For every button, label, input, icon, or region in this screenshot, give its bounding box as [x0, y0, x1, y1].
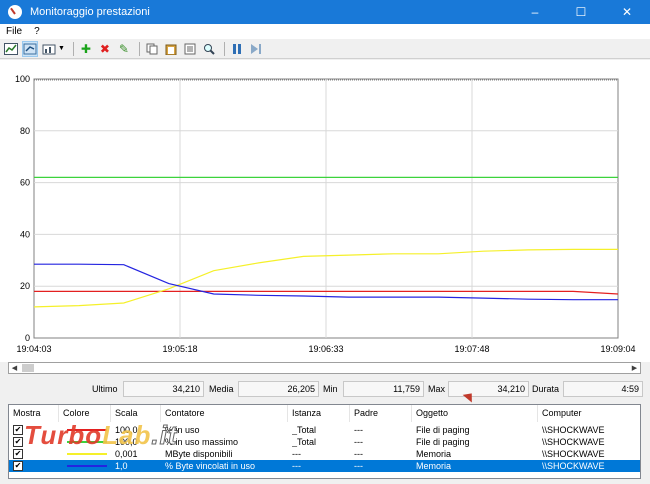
- cell-istanza: ---: [292, 449, 301, 459]
- update-data-icon[interactable]: [248, 41, 264, 57]
- y-tick-label: 0: [25, 333, 30, 343]
- show-checkbox[interactable]: ✔: [13, 449, 23, 459]
- y-tick-label: 60: [20, 178, 30, 188]
- max-label: Max: [428, 384, 446, 394]
- min-value: 11,759: [343, 381, 424, 397]
- table-row-selected[interactable]: ✔ 1,0 % Byte vincolati in uso --- --- Me…: [9, 460, 640, 472]
- paste-counter-list-icon[interactable]: [163, 41, 179, 57]
- show-checkbox[interactable]: ✔: [13, 425, 23, 435]
- cell-computer: \\SHOCKWAVE: [542, 437, 605, 447]
- line-chart: 100 80 60 40 20 019:04:03 19:05:18 19:06:33 19:0…: [15, 74, 636, 354]
- turbolab-watermark-logo: TurboLab.it: [24, 420, 178, 451]
- show-checkbox[interactable]: ✔: [13, 437, 23, 447]
- freeze-display-icon[interactable]: [229, 41, 245, 57]
- time-scrollbar[interactable]: ◀ ▶: [8, 362, 641, 374]
- x-tick-label: 19:09:04: [600, 344, 635, 354]
- watermark-part-2: Lab: [102, 420, 152, 450]
- x-tick-label: 19:04:03: [16, 344, 51, 354]
- color-swatch: [67, 453, 107, 455]
- cell-oggetto: File di paging: [416, 437, 470, 447]
- cell-oggetto: Memoria: [416, 461, 452, 471]
- max-value: 34,210: [448, 381, 529, 397]
- min-label: Min: [323, 384, 338, 394]
- x-tick-label: 19:07:48: [454, 344, 489, 354]
- cell-computer: \\SHOCKWAVE: [542, 449, 605, 459]
- media-label: Media: [209, 384, 234, 394]
- menu-file[interactable]: File: [0, 26, 28, 37]
- media-value: 26,205: [238, 381, 319, 397]
- chevron-down-icon[interactable]: ▼: [58, 45, 65, 52]
- copy-properties-icon[interactable]: [144, 41, 160, 57]
- cell-padre: ---: [354, 449, 363, 459]
- column-header-istanza[interactable]: Istanza: [288, 405, 350, 422]
- y-tick-label: 100: [15, 74, 30, 84]
- cell-scala: 1,0: [115, 461, 128, 471]
- close-button[interactable]: ✕: [604, 0, 650, 24]
- toolbar: ▼ ✚ ✖ ✎: [0, 39, 650, 59]
- toolbar-divider: [72, 41, 74, 56]
- minimize-button[interactable]: –: [512, 0, 558, 24]
- scroll-thumb[interactable]: [22, 364, 34, 372]
- x-tick-label: 19:05:18: [162, 344, 197, 354]
- column-header-contatore[interactable]: Contatore: [161, 405, 288, 422]
- cell-istanza: ---: [292, 461, 301, 471]
- highlight-pencil-icon[interactable]: ✎: [116, 41, 132, 57]
- cell-istanza: _Total: [292, 425, 317, 435]
- cell-padre: ---: [354, 437, 363, 447]
- view-current-activity-icon[interactable]: [3, 41, 19, 57]
- y-tick-label: 40: [20, 229, 30, 239]
- color-swatch: [67, 465, 107, 467]
- cell-istanza: _Total: [292, 437, 317, 447]
- cell-padre: ---: [354, 425, 363, 435]
- watermark-part-1: Turbo: [24, 420, 103, 450]
- window-title: Monitoraggio prestazioni: [30, 6, 150, 18]
- x-tick-label: 19:06:33: [308, 344, 343, 354]
- menu-help[interactable]: ?: [28, 26, 46, 37]
- menu-bar: File ?: [0, 24, 650, 39]
- change-graph-type-icon[interactable]: [41, 41, 57, 57]
- cell-padre: ---: [354, 461, 363, 471]
- performance-graph[interactable]: 100 80 60 40 20 0 19:04:03 19:05:18 19:06:33 19:0…: [0, 60, 650, 362]
- cell-computer: \\SHOCKWAVE: [542, 425, 605, 435]
- delete-counter-icon[interactable]: ✖: [97, 41, 113, 57]
- toolbar-divider: [223, 41, 225, 56]
- title-bar: Monitoraggio prestazioni – ☐ ✕: [0, 0, 650, 24]
- perfmon-app-icon: [8, 5, 22, 19]
- stats-bar: Ultimo 34,210 Media 26,205 Min 11,759 Ma…: [0, 381, 650, 399]
- maximize-button[interactable]: ☐: [558, 0, 604, 24]
- column-header-oggetto[interactable]: Oggetto: [412, 405, 538, 422]
- show-checkbox[interactable]: ✔: [13, 461, 23, 471]
- durata-label: Durata: [532, 384, 560, 394]
- scroll-left-icon[interactable]: ◀: [9, 363, 20, 373]
- ultimo-label: Ultimo: [92, 384, 118, 394]
- column-header-computer[interactable]: Computer: [538, 405, 640, 422]
- toolbar-divider: [138, 41, 140, 56]
- add-counter-icon[interactable]: ✚: [78, 41, 94, 57]
- zoom-icon[interactable]: [201, 41, 217, 57]
- cell-oggetto: File di paging: [416, 425, 470, 435]
- properties-icon[interactable]: [182, 41, 198, 57]
- cell-computer: \\SHOCKWAVE: [542, 461, 605, 471]
- y-tick-label: 20: [20, 281, 30, 291]
- watermark-part-3: .it: [151, 420, 178, 451]
- column-header-padre[interactable]: Padre: [350, 405, 412, 422]
- durata-value: 4:59: [563, 381, 643, 397]
- cell-oggetto: Memoria: [416, 449, 452, 459]
- y-tick-label: 80: [20, 126, 30, 136]
- view-log-data-icon[interactable]: [22, 40, 38, 57]
- cell-contatore: % Byte vincolati in uso: [165, 461, 256, 471]
- ultimo-value: 34,210: [123, 381, 204, 397]
- scroll-right-icon[interactable]: ▶: [629, 363, 640, 373]
